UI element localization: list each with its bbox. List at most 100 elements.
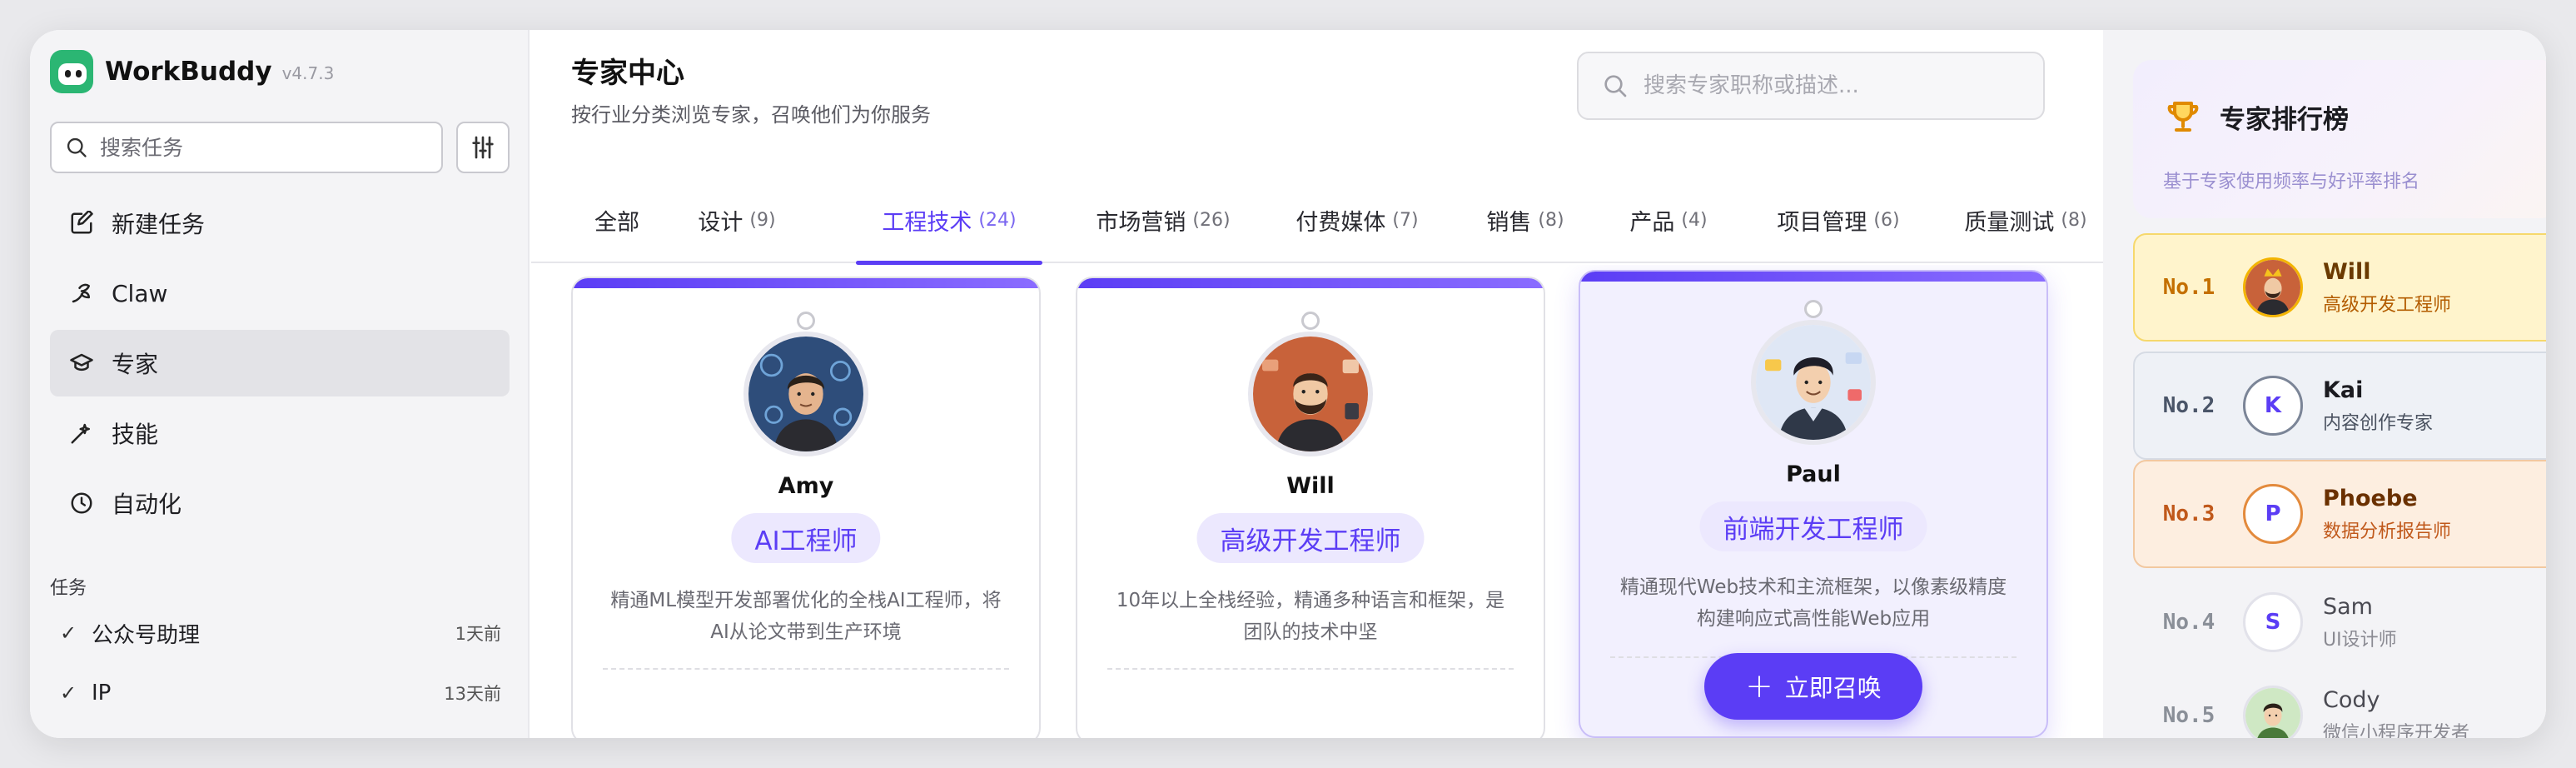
sliders-icon	[472, 136, 494, 159]
rank-number: No.5	[2162, 703, 2215, 728]
tasks-section-label: 任务	[50, 578, 87, 599]
expert-card-grid: Amy AI工程师 精通ML模型开发部署优化的全栈AI工程师，将AI从论文带到生…	[531, 265, 2103, 738]
ranking-subtitle: 基于专家使用频率与好评率排名	[2163, 172, 2420, 192]
expert-card-will[interactable]: Will 高级开发工程师 10年以上全栈经验，精通多种语言和框架，是团队的技术中…	[1076, 277, 1545, 738]
tab-label: 销售	[1486, 209, 1532, 236]
pin-icon	[797, 312, 815, 330]
tab-count: (8)	[1538, 209, 1564, 231]
expert-center: 专家中心 按行业分类浏览专家，召唤他们为你服务 全部 设计 (9) 工程技术 (24…	[531, 30, 2103, 738]
ranking-title: 专家排行榜	[2220, 105, 2349, 135]
search-icon	[1604, 75, 1627, 97]
tab-label: 产品	[1629, 209, 1675, 236]
card-divider	[1107, 668, 1514, 670]
task-time: 13天前	[444, 684, 501, 704]
expert-description: 精通现代Web技术和主流框架，以像素级精度构建响应式高性能Web应用	[1619, 576, 2007, 630]
tab-marketing[interactable]: 市场营销 (26)	[1089, 177, 1237, 263]
task-item[interactable]: ✓ IP 13天前	[60, 668, 510, 718]
tab-count: (4)	[1681, 209, 1708, 231]
tab-count: (9)	[749, 209, 776, 231]
sidebar: WorkBuddy v4.7.3 新建任务 Claw 专家	[30, 30, 530, 738]
nav-item-automation[interactable]: 自动化	[50, 470, 510, 536]
tab-paid-media[interactable]: 付费媒体 (7)	[1286, 177, 1429, 263]
expert-role-badge: 前端开发工程师	[1699, 501, 1927, 551]
filter-button[interactable]	[456, 122, 510, 173]
nav-item-claw[interactable]: Claw	[50, 260, 510, 327]
page-title: 专家中心	[571, 57, 684, 90]
expert-card-paul[interactable]: Paul 前端开发工程师 精通现代Web技术和主流框架，以像素级精度构建响应式高…	[1579, 270, 2048, 738]
card-divider	[603, 668, 1009, 670]
rank-item-4[interactable]: No.4 S Sam UI设计师	[2133, 568, 2546, 676]
rank-number: No.1	[2162, 275, 2215, 300]
tab-all[interactable]: 全部	[571, 177, 663, 263]
ranking-header: 专家排行榜 基于专家使用频率与好评率排名	[2133, 60, 2546, 218]
category-tabs: 全部 设计 (9) 工程技术 (24) 市场营销 (26) 付费媒体 (7) 销售 (8)…	[531, 177, 2103, 265]
rank-avatar: S	[2243, 592, 2303, 652]
tab-label: 工程技术	[882, 209, 972, 236]
expert-search-input[interactable]	[1644, 73, 2035, 98]
tab-count: (8)	[2061, 209, 2087, 231]
rank-item-3[interactable]: No.3 P Phoebe 数据分析报告师	[2133, 460, 2546, 568]
magic-wand-icon	[67, 418, 97, 448]
expert-avatar	[1248, 332, 1373, 456]
tab-qa[interactable]: 质量测试 (8)	[1957, 177, 2095, 263]
expert-name: Will	[1286, 473, 1335, 499]
app-window: WorkBuddy v4.7.3 新建任务 Claw 专家	[30, 30, 2546, 738]
brand: WorkBuddy v4.7.3	[50, 50, 334, 93]
rank-role: 数据分析报告师	[2323, 521, 2452, 542]
tab-design[interactable]: 设计 (9)	[679, 177, 794, 263]
rank-name: Cody	[2323, 686, 2380, 713]
expert-role-badge: AI工程师	[731, 513, 881, 563]
rank-name: Phoebe	[2323, 485, 2418, 511]
tab-engineering[interactable]: 工程技术 (24)	[856, 177, 1042, 265]
expert-search-box[interactable]	[1577, 52, 2045, 120]
nav-item-skills[interactable]: 技能	[50, 400, 510, 466]
nav-label: 技能	[112, 421, 159, 448]
claw-icon	[67, 278, 97, 308]
rank-item-5[interactable]: No.5 Cody 微信小程序开发者	[2133, 661, 2546, 738]
rank-avatar	[2243, 257, 2303, 317]
task-label: IP	[92, 681, 112, 706]
task-search-box[interactable]	[50, 122, 443, 173]
task-search-input[interactable]	[100, 135, 416, 160]
tab-count: (24)	[978, 209, 1017, 231]
task-label: 公众号助理	[92, 622, 201, 648]
rank-number: No.2	[2162, 393, 2215, 418]
rank-role: 高级开发工程师	[2323, 294, 2452, 316]
nav-label: 专家	[112, 351, 159, 378]
rank-avatar	[2243, 686, 2303, 738]
tab-label: 项目管理	[1777, 209, 1867, 236]
rank-name: Will	[2323, 258, 2371, 285]
plus-icon: +	[1745, 667, 1773, 706]
tab-label: 设计	[698, 209, 743, 236]
rank-avatar: K	[2243, 376, 2303, 436]
rank-item-2[interactable]: No.2 K Kai 内容创作专家	[2133, 352, 2546, 460]
edit-square-icon	[67, 208, 97, 238]
rank-number: No.4	[2162, 610, 2215, 635]
expert-card-amy[interactable]: Amy AI工程师 精通ML模型开发部署优化的全栈AI工程师，将AI从论文带到生…	[571, 277, 1041, 738]
expert-avatar	[743, 332, 868, 456]
check-icon: ✓	[60, 681, 77, 705]
rank-number: No.3	[2162, 501, 2215, 526]
rank-item-1[interactable]: No.1 Will 高级开发工程师	[2133, 233, 2546, 342]
tab-sales[interactable]: 销售 (8)	[1475, 177, 1575, 263]
rank-role: 微信小程序开发者	[2323, 722, 2470, 739]
nav-item-new-task[interactable]: 新建任务	[50, 190, 510, 257]
task-time: 1天前	[455, 624, 501, 644]
expert-avatar	[1751, 320, 1876, 445]
summon-button[interactable]: + 立即召唤	[1704, 653, 1922, 720]
tab-label: 市场营销	[1096, 209, 1186, 236]
tab-label: 付费媒体	[1295, 209, 1386, 236]
rank-avatar: P	[2243, 484, 2303, 544]
summon-label: 立即召唤	[1784, 674, 1882, 702]
check-icon: ✓	[60, 621, 77, 645]
workbuddy-logo-icon	[50, 50, 93, 93]
tab-product[interactable]: 产品 (4)	[1619, 177, 1718, 263]
expert-name: Amy	[778, 473, 834, 499]
tab-count: (6)	[1873, 209, 1900, 231]
page-subtitle: 按行业分类浏览专家，召唤他们为你服务	[571, 103, 931, 127]
nav-item-experts[interactable]: 专家	[50, 330, 510, 396]
tab-label: 全部	[594, 209, 639, 236]
tab-project-mgmt[interactable]: 项目管理 (6)	[1765, 177, 1912, 263]
task-item[interactable]: ✓ 公众号助理 1天前	[60, 608, 510, 658]
search-icon	[67, 137, 87, 157]
